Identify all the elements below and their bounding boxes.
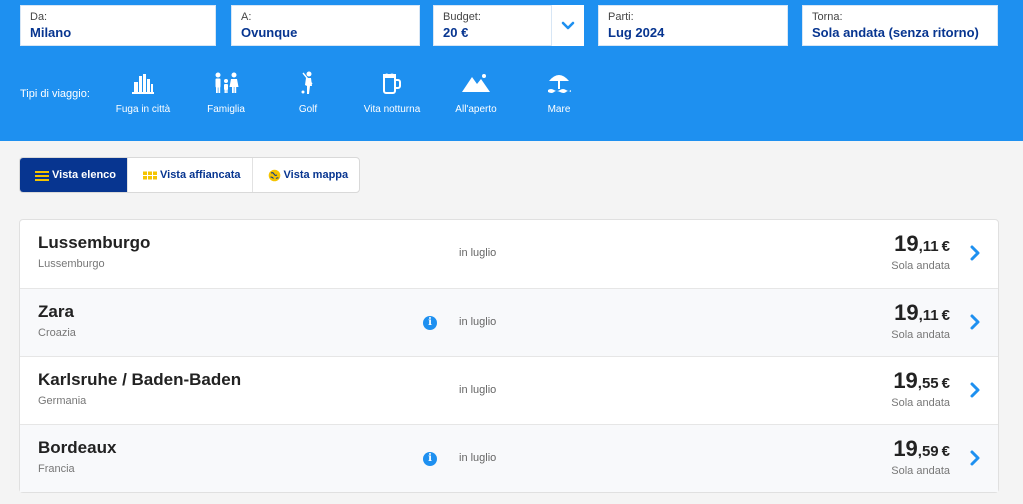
budget-label: Budget: — [443, 11, 481, 23]
view-list-label: Vista elenco — [52, 169, 116, 181]
beach-icon — [548, 75, 571, 93]
budget-field[interactable]: Budget: 20 € — [433, 5, 552, 46]
destination-city: Zara — [38, 302, 74, 321]
price-integer: 19 — [893, 436, 918, 461]
nightlife-icon — [383, 73, 401, 94]
list-icon — [35, 170, 49, 181]
result-row[interactable]: Zara Croazia i in luglio 19,11 € Sola and… — [20, 288, 998, 356]
to-label: A: — [241, 11, 252, 23]
trip-kind: Sola andata — [891, 465, 950, 477]
city-icon — [132, 74, 154, 94]
result-row[interactable]: Karlsruhe / Baden-Baden Germania in lugl… — [20, 356, 998, 424]
depart-label: Parti: — [608, 11, 634, 23]
return-field[interactable]: Torna: Sola andata (senza ritorno) — [802, 5, 998, 46]
trip-type-label: Mare — [547, 104, 571, 115]
price-decimal: ,59 — [917, 443, 939, 460]
trip-type-label: Famiglia — [207, 104, 245, 115]
trip-kind: Sola andata — [891, 260, 950, 272]
search-header: Da: Milano A: Ovunque Budget: 20 € Parti… — [0, 0, 1023, 141]
destination-city: Karlsruhe / Baden-Baden — [38, 370, 242, 389]
results-list: Lussemburgo Lussemburgo in luglio 19,11 €… — [19, 219, 999, 493]
depart-value: Lug 2024 — [608, 25, 665, 40]
info-icon[interactable]: i — [423, 452, 437, 466]
trip-type-beach[interactable]: Mare — [519, 70, 599, 115]
to-field[interactable]: A: Ovunque — [231, 5, 420, 46]
chevron-right-icon[interactable] — [969, 313, 981, 331]
family-icon — [215, 72, 239, 93]
return-label: Torna: — [812, 11, 843, 23]
price: 19,11 € — [894, 231, 950, 257]
budget-value: 20 € — [443, 25, 469, 40]
view-map-button[interactable]: Vista mappa — [251, 158, 360, 192]
trip-type-family[interactable]: Famiglia — [186, 70, 266, 115]
travel-period: in luglio — [459, 452, 497, 464]
travel-period: in luglio — [459, 316, 497, 328]
price: 19,11 € — [894, 300, 950, 326]
outdoors-icon — [462, 74, 490, 92]
budget-dropdown-button[interactable] — [552, 5, 584, 46]
trip-type-label: Vita notturna — [363, 104, 421, 115]
price-decimal: ,55 — [917, 375, 939, 392]
return-value: Sola andata (senza ritorno) — [812, 25, 979, 40]
depart-field[interactable]: Parti: Lug 2024 — [598, 5, 788, 46]
price-integer: 19 — [894, 231, 919, 256]
price-currency: € — [941, 238, 950, 255]
price-integer: 19 — [893, 368, 918, 393]
trip-kind: Sola andata — [891, 329, 950, 341]
price-decimal: ,11 — [918, 238, 939, 255]
golf-icon — [301, 71, 313, 94]
trip-kind: Sola andata — [891, 397, 950, 409]
view-map-label: Vista mappa — [283, 169, 349, 181]
trip-type-outdoors[interactable]: All'aperto — [436, 70, 516, 115]
chevron-right-icon[interactable] — [969, 449, 981, 467]
chevron-down-icon — [561, 21, 575, 29]
travel-period: in luglio — [459, 384, 497, 396]
price-currency: € — [941, 307, 950, 324]
info-icon[interactable]: i — [423, 316, 437, 330]
from-value: Milano — [30, 25, 72, 40]
view-switcher: Vista elenco Vista affiancata Vista mapp… — [19, 157, 361, 193]
from-field[interactable]: Da: Milano — [20, 5, 216, 46]
view-grid-button[interactable]: Vista affiancata — [127, 158, 252, 192]
result-row[interactable]: Lussemburgo Lussemburgo in luglio 19,11 €… — [20, 220, 998, 288]
price-currency: € — [941, 375, 950, 392]
view-grid-label: Vista affiancata — [160, 169, 241, 181]
destination-country: Lussemburgo — [38, 258, 105, 270]
trip-type-label: Golf — [298, 104, 318, 115]
grid-icon — [143, 170, 157, 181]
destination-country: Croazia — [38, 327, 76, 339]
trip-type-label: Fuga in città — [115, 104, 171, 115]
price-decimal: ,11 — [918, 307, 939, 324]
globe-icon — [268, 169, 281, 182]
trip-type-city[interactable]: Fuga in città — [103, 70, 183, 115]
destination-country: Germania — [38, 395, 87, 407]
chevron-right-icon[interactable] — [969, 244, 981, 262]
result-row[interactable]: Bordeaux Francia i in luglio 19,59 € Sola… — [20, 424, 998, 492]
trip-type-nightlife[interactable]: Vita notturna — [352, 70, 432, 115]
destination-city: Lussemburgo — [38, 233, 151, 252]
price-integer: 19 — [894, 300, 919, 325]
price: 19,55 € — [893, 368, 950, 394]
view-list-button[interactable]: Vista elenco — [20, 158, 127, 192]
from-label: Da: — [30, 11, 48, 23]
price-currency: € — [941, 443, 950, 460]
trip-type-golf[interactable]: Golf — [268, 70, 348, 115]
destination-country: Francia — [38, 463, 75, 475]
destination-city: Bordeaux — [38, 438, 117, 457]
to-value: Ovunque — [241, 25, 298, 40]
travel-period: in luglio — [459, 247, 497, 259]
chevron-right-icon[interactable] — [969, 381, 981, 399]
price: 19,59 € — [893, 436, 950, 462]
trip-types-label: Tipi di viaggio: — [20, 88, 90, 100]
trip-type-label: All'aperto — [455, 104, 497, 115]
